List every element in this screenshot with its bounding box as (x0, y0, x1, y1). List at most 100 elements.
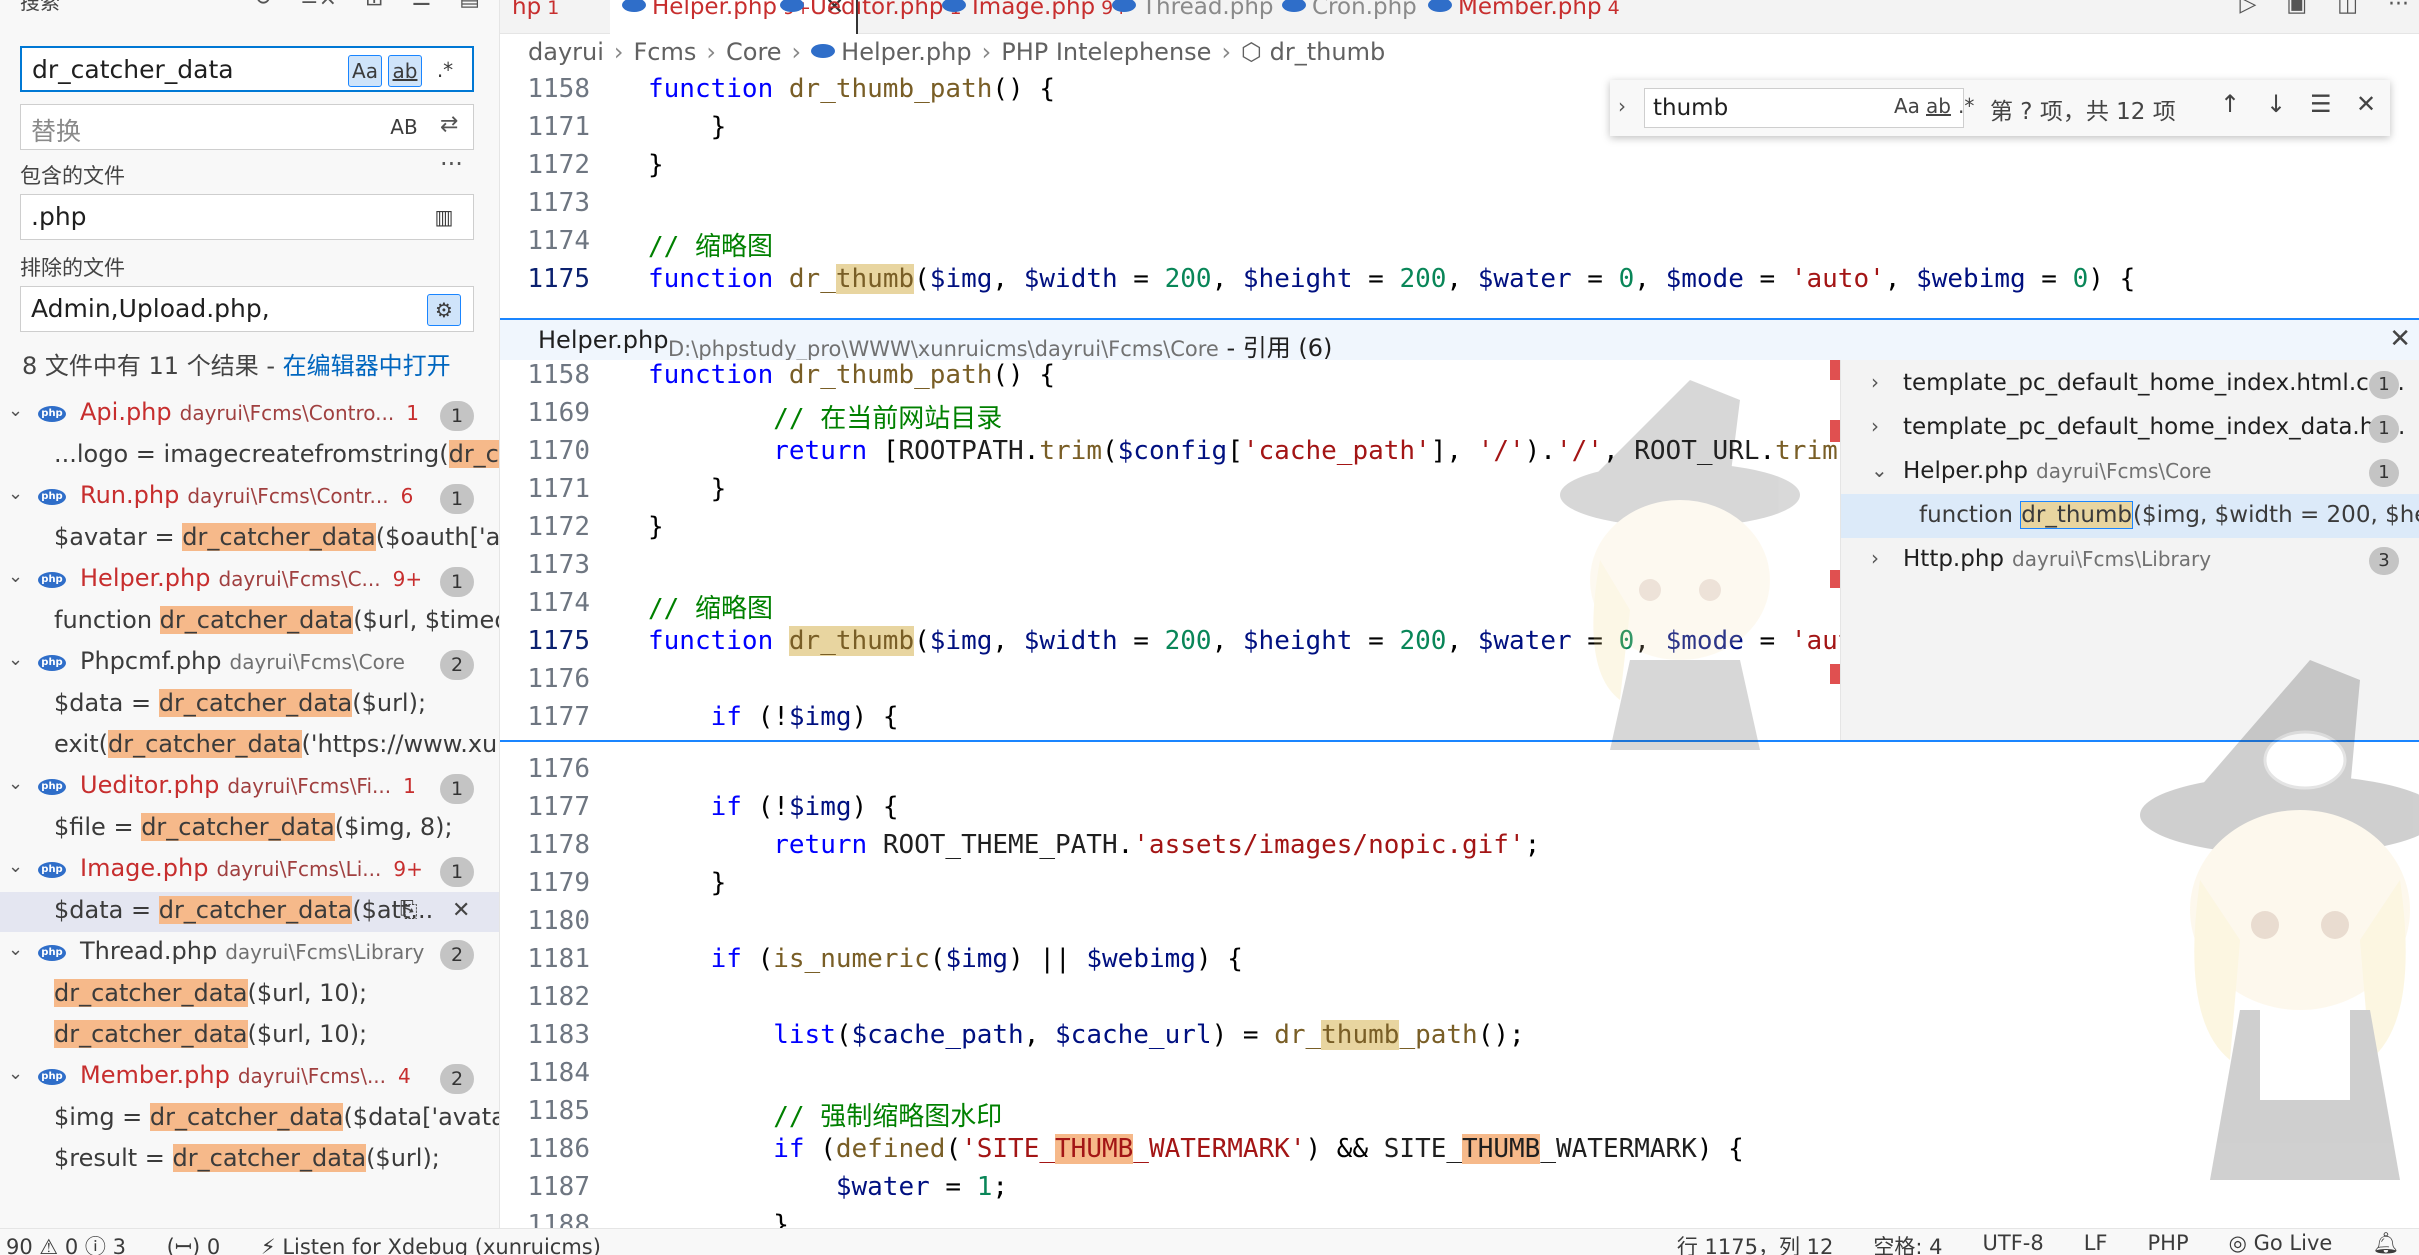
replace-all-icon[interactable]: ⇄ (440, 112, 458, 137)
open-editors-only-icon[interactable]: ▥ (427, 202, 461, 234)
match-case-toggle[interactable]: Aa (348, 55, 382, 87)
editor-tab[interactable]: hp 1 (500, 0, 571, 34)
search-result-file[interactable]: ⌄ php Helper.php dayrui\Fcms\C... 9+ 1 (0, 560, 499, 600)
breadcrumb-item[interactable]: dayrui (528, 38, 604, 66)
search-result-line[interactable]: $result = dr_catcher_data($url); (0, 1140, 499, 1180)
go-live-button[interactable]: ◎ Go Live (2229, 1231, 2333, 1255)
dismiss-icon[interactable]: ✕ (452, 898, 470, 923)
compare-icon[interactable]: ▣ (2286, 0, 2307, 17)
collapse-all-icon[interactable]: ☰ (411, 0, 431, 11)
result-line-match: dr_catcher_data (159, 606, 354, 634)
close-peek-icon[interactable]: ✕ (2389, 324, 2411, 354)
chevron-right-icon[interactable]: › (1871, 370, 1879, 394)
use-exclude-settings-icon[interactable]: ⚙ (427, 294, 461, 326)
chevron-down-icon[interactable]: ⌄ (8, 400, 23, 421)
result-line-suffix: ($att... (352, 896, 434, 924)
editor-tab[interactable]: Cron.php (1270, 0, 1429, 34)
refresh-icon[interactable]: ↻ (254, 0, 272, 11)
search-result-file[interactable]: ⌄ php Member.php dayrui\Fcms\... 4 2 (0, 1057, 499, 1097)
peek-reference-file[interactable]: › template_pc_default_home_index_data.ht.… (1841, 406, 2419, 450)
peek-code[interactable]: 1158 function dr_thumb_path() { 1169 // 在… (500, 360, 1840, 740)
toggle-replace-icon[interactable]: › (1618, 94, 1626, 118)
search-result-file[interactable]: ⌄ php Ueditor.php dayrui\Fcms\Fi... 1 1 (0, 767, 499, 807)
encoding-status[interactable]: UTF-8 (1983, 1231, 2044, 1255)
tab-problem-count: 1 (547, 0, 560, 19)
cursor-position[interactable]: 行 1175，列 12 (1677, 1231, 1834, 1255)
peek-reference-file[interactable]: › template_pc_default_home_index.html.ca.… (1841, 362, 2419, 406)
search-result-file[interactable]: ⌄ php Image.php dayrui\Fcms\Li... 9+ 1 (0, 850, 499, 890)
editor-tab[interactable]: Member.php 4 (1416, 0, 1632, 34)
result-line-prefix: $result = (54, 1144, 173, 1172)
chevron-right-icon[interactable]: › (1871, 414, 1879, 438)
chevron-down-icon[interactable]: ⌄ (8, 483, 23, 504)
indentation-status[interactable]: 空格: 4 (1873, 1231, 1942, 1255)
previous-match-icon[interactable]: ↑ (2220, 90, 2240, 118)
search-result-file[interactable]: ⌄ php Api.php dayrui\Fcms\Contro... 1 1 (0, 394, 499, 434)
replace-input[interactable]: 替换 AB (20, 104, 474, 150)
search-result-line[interactable]: dr_catcher_data($url, 10); (0, 975, 499, 1015)
next-match-icon[interactable]: ↓ (2266, 90, 2286, 118)
search-result-line[interactable]: exit(dr_catcher_data('https://www.xunr..… (0, 726, 499, 766)
breadcrumb-item[interactable]: PHP Intelephense (1001, 38, 1211, 66)
search-result-line[interactable]: $file = dr_catcher_data($img, 8); (0, 809, 499, 849)
chevron-down-icon[interactable]: ⌄ (1871, 458, 1888, 482)
search-result-file[interactable]: ⌄ php Thread.php dayrui\Fcms\Library 2 (0, 933, 499, 973)
find-match-case-toggle[interactable]: Aa (1894, 94, 1920, 118)
new-search-editor-icon[interactable]: ⊞ (365, 0, 383, 11)
eol-status[interactable]: LF (2084, 1231, 2108, 1255)
peek-reference-line[interactable]: function dr_thumb($img, $width = 200, $h… (1841, 494, 2419, 538)
chevron-down-icon[interactable]: ⌄ (8, 1063, 23, 1084)
find-in-selection-icon[interactable]: ☰ (2310, 90, 2332, 118)
view-as-tree-icon[interactable]: ▤ (459, 0, 480, 11)
editor-tab[interactable]: Thread.php (1100, 0, 1286, 34)
search-input[interactable]: dr_catcher_data Aa ab .* (20, 46, 474, 92)
exclude-files-input[interactable]: Admin,Upload.php, ⚙ (20, 286, 474, 332)
chevron-down-icon[interactable]: ⌄ (8, 566, 23, 587)
breadcrumb-item[interactable]: Fcms (634, 38, 697, 66)
open-in-editor-link[interactable]: 在编辑器中打开 (283, 352, 451, 380)
chevron-right-icon[interactable]: › (1871, 546, 1879, 570)
breadcrumb-item[interactable]: Core (726, 38, 782, 66)
debug-icon[interactable]: ⚡ (261, 1235, 276, 1255)
search-result-line[interactable]: $img = dr_catcher_data($data['avatar']); (0, 1099, 499, 1139)
result-file-label: Helper.php (80, 564, 211, 592)
preserve-case-toggle[interactable]: AB (387, 112, 421, 144)
chevron-down-icon[interactable]: ⌄ (8, 939, 23, 960)
toggle-details-icon[interactable]: ··· (440, 150, 463, 178)
chevron-down-icon[interactable]: ⌄ (8, 649, 23, 670)
replace-icon[interactable]: ⎘ (400, 898, 418, 923)
more-actions-icon[interactable]: ··· (2388, 0, 2409, 17)
close-find-icon[interactable]: ✕ (2356, 90, 2376, 118)
search-result-line[interactable]: ...logo = imagecreatefromstring(dr_cat..… (0, 436, 499, 476)
search-result-file[interactable]: ⌄ php Run.php dayrui\Fcms\Contr... 6 1 (0, 477, 499, 517)
find-whole-word-toggle[interactable]: ab (1926, 94, 1951, 118)
include-files-input[interactable]: .php ▥ (20, 194, 474, 240)
chevron-down-icon[interactable]: ⌄ (8, 773, 23, 794)
peek-reference-file[interactable]: ⌄ Helper.php dayrui\Fcms\Core 1 (1841, 450, 2419, 494)
notifications-icon[interactable]: 🔔︎ (2372, 1231, 2399, 1255)
match-whole-word-toggle[interactable]: ab (388, 55, 422, 87)
search-result-line[interactable]: $data = dr_catcher_data($url); (0, 685, 499, 725)
clear-results-icon[interactable]: ≡× (300, 0, 337, 11)
search-result-file[interactable]: ⌄ php Phpcmf.php dayrui\Fcms\Core 2 (0, 643, 499, 683)
peek-reference-file[interactable]: › Http.php dayrui\Fcms\Library 3 (1841, 538, 2419, 582)
search-result-line[interactable]: function dr_catcher_data($url, $timeout.… (0, 602, 499, 642)
run-icon[interactable]: ▷ (2240, 0, 2257, 17)
search-result-line[interactable]: $avatar = dr_catcher_data($oauth['avat..… (0, 519, 499, 559)
chevron-down-icon[interactable]: ⌄ (8, 856, 23, 877)
peek-file-path-item: dayrui\Fcms\Library (2012, 547, 2212, 571)
split-editor-icon[interactable]: ◫ (2337, 0, 2358, 17)
find-regex-toggle[interactable]: .* (1958, 94, 1974, 118)
ports-status[interactable]: (ꟷ) 0 (167, 1235, 221, 1255)
include-files-value: .php (31, 202, 87, 231)
search-result-line[interactable]: dr_catcher_data($url, 10); (0, 1016, 499, 1056)
debug-status[interactable]: Listen for Xdebug (xunruicms) (282, 1235, 601, 1255)
breadcrumb-item[interactable]: Helper.php (841, 38, 971, 66)
problems-status[interactable]: 90 ⚠ 0 ⓘ 3 (6, 1235, 126, 1255)
breadcrumb-item[interactable]: dr_thumb (1270, 38, 1386, 66)
language-mode[interactable]: PHP (2148, 1231, 2189, 1255)
use-regex-toggle[interactable]: .* (428, 55, 462, 87)
result-line-suffix: ('https://www.xunr... (301, 730, 499, 758)
result-line-match: dr_catcher_data (158, 896, 353, 924)
search-result-line[interactable]: $data = dr_catcher_data($att... ⎘ ✕ (0, 892, 499, 932)
